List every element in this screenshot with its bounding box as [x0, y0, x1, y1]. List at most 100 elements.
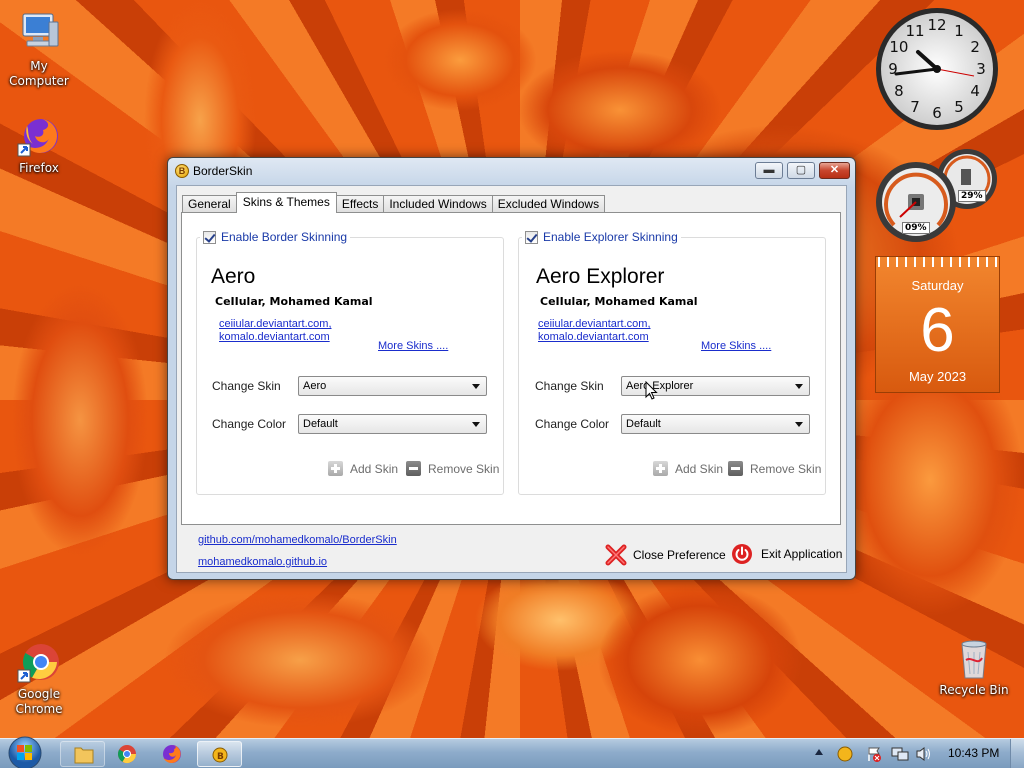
website-link[interactable]: mohamedkomalo.github.io [198, 556, 327, 568]
taskbar-borderskin[interactable]: B [197, 741, 242, 767]
remove-skin-label: Remove Skin [750, 461, 822, 476]
minimize-button[interactable]: ▬ [755, 162, 783, 179]
chevron-down-icon [795, 384, 803, 389]
checkbox-checked-icon [203, 230, 216, 244]
enable-explorer-skinning-checkbox[interactable]: Enable Explorer Skinning [522, 230, 681, 244]
change-skin-label: Change Skin [212, 379, 281, 393]
checkbox-label: Enable Explorer Skinning [543, 230, 678, 244]
calendar-month-year: May 2023 [908, 369, 967, 384]
desktop-icon-label: My Computer [9, 59, 69, 88]
explorer-skin-group: Enable Explorer Skinning Aero Explorer C… [518, 230, 826, 495]
show-desktop-button[interactable] [1010, 739, 1024, 768]
author-link-1[interactable]: ceiiular.deviantart.com, [538, 318, 651, 331]
calendar-gadget[interactable]: Saturday 6 May 2023 [875, 256, 1000, 393]
more-skins-link[interactable]: More Skins .... [378, 340, 448, 352]
calendar-day: 6 [920, 296, 955, 365]
clock-gadget[interactable]: 12 1 2 3 4 5 6 7 8 9 10 11 [874, 6, 1000, 132]
remove-skin-button[interactable]: Remove Skin [728, 461, 821, 476]
show-hidden-icons-button[interactable] [815, 749, 823, 755]
tab-effects[interactable]: Effects [335, 195, 385, 213]
window-client: General Skins & Themes Effects Included … [176, 185, 847, 573]
desktop-icon-my-computer[interactable]: My Computer [0, 12, 79, 89]
exit-application-button[interactable]: Exit Application [731, 543, 842, 565]
windows-start-icon [8, 736, 42, 768]
taskbar-firefox[interactable] [150, 741, 195, 767]
change-skin-select[interactable]: Aero [298, 376, 487, 396]
computer-icon [17, 12, 61, 56]
github-link[interactable]: github.com/mohamedkomalo/BorderSkin [198, 534, 397, 546]
clock-numeral: 2 [970, 38, 980, 56]
exit-application-label: Exit Application [761, 547, 843, 561]
taskbar-explorer[interactable] [60, 741, 105, 767]
clock-numeral: 7 [910, 98, 920, 116]
author-link-1[interactable]: ceiiular.deviantart.com, [219, 318, 332, 331]
change-color-label: Change Color [535, 417, 610, 431]
chevron-down-icon [472, 422, 480, 427]
clock-numeral: 8 [894, 82, 904, 100]
close-preference-button[interactable]: Close Preference [605, 544, 726, 566]
tab-skins-themes[interactable]: Skins & Themes [235, 192, 337, 213]
more-skins-link[interactable]: More Skins .... [701, 340, 771, 352]
action-center-flag-icon[interactable] [866, 746, 882, 762]
desktop-icon-firefox[interactable]: Firefox [0, 114, 79, 176]
network-icon[interactable] [891, 746, 909, 762]
select-value: Default [303, 418, 338, 430]
taskbar-chrome[interactable] [105, 741, 150, 767]
clock-numeral: 1 [954, 22, 964, 40]
borderskin-app-icon: B [212, 747, 228, 763]
tab-included-windows[interactable]: Included Windows [383, 195, 493, 213]
change-color-select[interactable]: Default [621, 414, 810, 434]
plus-icon [653, 461, 668, 476]
svg-text:B: B [217, 752, 224, 762]
calendar-weekday: Saturday [911, 278, 964, 293]
clock-numeral: 10 [889, 38, 908, 56]
remove-skin-label: Remove Skin [428, 461, 500, 476]
chrome-icon [17, 640, 61, 684]
title-bar[interactable]: B BorderSkin ▬ ▢ ✕ [168, 158, 855, 184]
clock-numeral: 5 [954, 98, 964, 116]
close-button[interactable]: ✕ [819, 162, 850, 179]
desktop-icon-recycle-bin[interactable]: Recycle Bin [934, 636, 1014, 698]
folder-icon [74, 747, 94, 764]
skins-themes-panel: Enable Border Skinning Aero CeIIular, Mo… [181, 212, 841, 525]
select-value: Aero [303, 380, 327, 392]
desktop-icon-label: Recycle Bin [939, 683, 1009, 697]
minus-icon [406, 461, 421, 476]
close-preference-label: Close Preference [633, 548, 726, 562]
author-link-2[interactable]: komalo.deviantart.com [538, 331, 651, 344]
cpu-meter-gadget[interactable]: 09% 29% [874, 147, 1000, 243]
tray-borderskin-icon[interactable] [837, 746, 853, 762]
change-skin-label: Change Skin [535, 379, 604, 393]
clock-numeral: 11 [905, 22, 924, 40]
recycle-bin-icon [952, 636, 996, 680]
volume-icon[interactable] [915, 746, 933, 762]
mouse-cursor-icon [645, 381, 658, 400]
checkbox-label: Enable Border Skinning [221, 230, 348, 244]
add-skin-button[interactable]: Add Skin [653, 461, 723, 476]
clock-numeral: 6 [932, 104, 942, 122]
maximize-button[interactable]: ▢ [787, 162, 815, 179]
tab-general[interactable]: General [182, 195, 237, 213]
tab-excluded-windows[interactable]: Excluded Windows [491, 195, 606, 213]
start-button[interactable] [4, 735, 46, 768]
taskbar: B 10:43 PM [0, 735, 1024, 768]
remove-skin-button[interactable]: Remove Skin [406, 461, 499, 476]
memory-percent: 29% [958, 190, 986, 202]
clock-time[interactable]: 10:43 PM [948, 746, 999, 760]
change-color-select[interactable]: Default [298, 414, 487, 434]
firefox-icon [163, 745, 181, 763]
minus-icon [728, 461, 743, 476]
desktop-icon-chrome[interactable]: Google Chrome [0, 640, 79, 717]
clock-numeral: 12 [927, 16, 946, 34]
power-icon [732, 544, 752, 564]
enable-border-skinning-checkbox[interactable]: Enable Border Skinning [200, 230, 351, 244]
explorer-skin-name: Aero Explorer [536, 265, 665, 288]
calendar-rings [878, 257, 999, 267]
author-link-2[interactable]: komalo.deviantart.com [219, 331, 332, 344]
plus-icon [328, 461, 343, 476]
border-skin-author: CeIIular, Mohamed Kamal [215, 295, 373, 308]
add-skin-label: Add Skin [350, 461, 399, 476]
firefox-icon [17, 114, 61, 158]
cpu-percent: 09% [902, 222, 930, 234]
add-skin-button[interactable]: Add Skin [328, 461, 398, 476]
